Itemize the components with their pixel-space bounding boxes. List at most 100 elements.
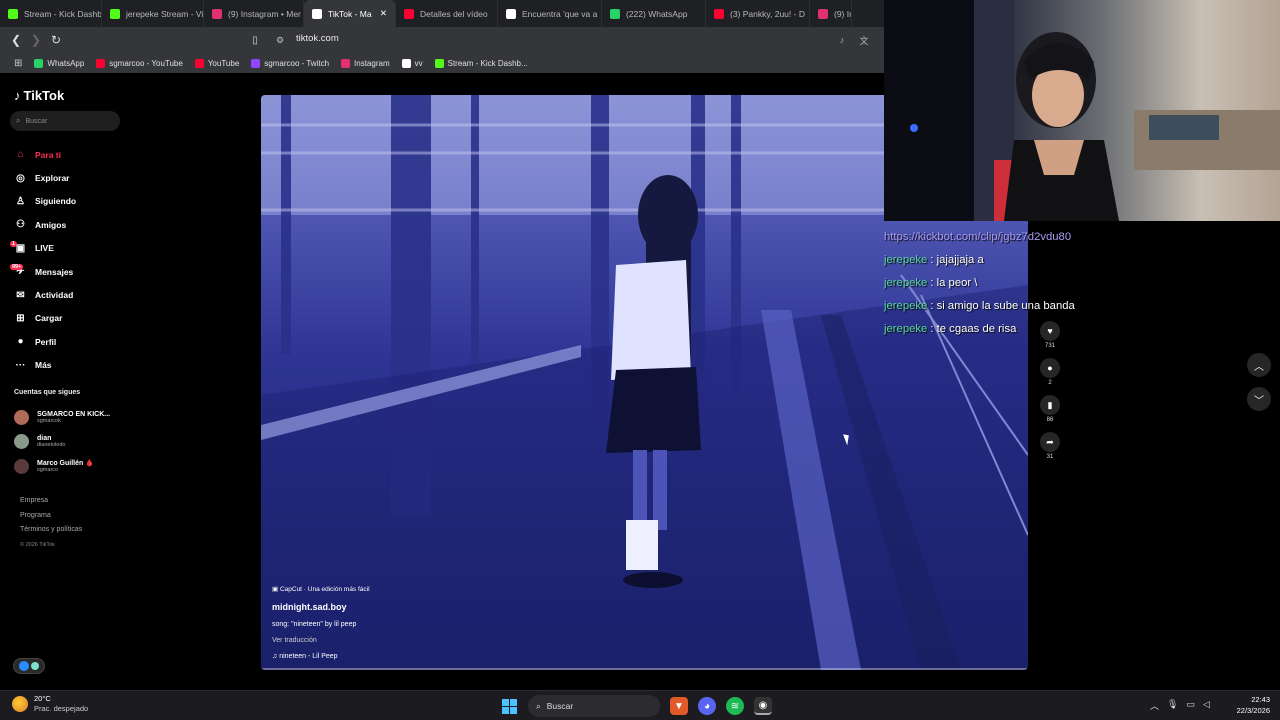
weather-widget[interactable]: 20°C Prac. despejado xyxy=(12,694,88,714)
volume-icon[interactable]: ◁ xyxy=(1203,699,1210,712)
bookmark-item[interactable]: sgmarcoo - Twitch xyxy=(251,58,329,68)
search-input[interactable]: ⌕ Buscar xyxy=(10,111,120,131)
following-text: dian dianetoledo xyxy=(37,435,65,448)
sidebar-item[interactable]: ⊞ Cargar xyxy=(14,307,76,330)
nav-icon: ⊞ xyxy=(16,312,25,324)
footer-link-programa[interactable]: Programa xyxy=(20,509,82,524)
sidebar-item[interactable]: ◎ Explorar xyxy=(14,166,76,189)
bookmark-item[interactable]: vv xyxy=(401,58,423,68)
share-icon[interactable]: ➦ xyxy=(1040,432,1060,452)
bookmark-icon[interactable]: ▯ xyxy=(245,30,265,50)
browser-tab[interactable]: TikTok - Ma ✕ xyxy=(304,0,396,27)
bookmark-item[interactable]: WhatsApp xyxy=(34,58,84,68)
sidebar-item[interactable]: ● Perfil xyxy=(14,330,76,353)
chat-username: jerepeke xyxy=(884,299,928,312)
discord-icon[interactable]: ◕ xyxy=(698,697,716,715)
footer-link-empresa[interactable]: Empresa xyxy=(20,494,82,509)
tab-label: Encuentra 'que va a xyxy=(522,8,598,19)
webcam-overlay xyxy=(884,0,1280,221)
chat-line-link: https://kickbot.com/clip/jgbz7d2vdu80 xyxy=(884,225,1134,248)
microphone-icon[interactable]: 🎙 xyxy=(1167,699,1178,712)
following-name: Marco Guillén 🩸 xyxy=(37,460,94,468)
tab-label: (9) Instagram • Mer xyxy=(228,8,301,19)
following-item[interactable]: SGMARCO EN KICK... sgmarcok xyxy=(14,405,110,430)
browser-tab[interactable]: (9) Insta xyxy=(810,0,852,27)
browser-tab[interactable]: Stream - Kick Dashb xyxy=(0,0,102,27)
sidebar-item[interactable]: ··· Más xyxy=(14,354,76,377)
following-text: SGMARCO EN KICK... sgmarcok xyxy=(37,411,110,424)
video-progress-bar[interactable] xyxy=(261,668,1028,670)
clock[interactable]: 22:43 22/3/2026 xyxy=(1226,694,1270,716)
translate-icon[interactable]: 文 xyxy=(854,30,874,50)
tiktok-note-icon: ♪ xyxy=(14,88,21,103)
sidebar-item[interactable]: ⚇ Amigos xyxy=(14,213,76,236)
bookmark-item[interactable]: sgmarcoo - YouTube xyxy=(96,58,183,68)
scroll-down-button[interactable]: ﹀ xyxy=(1247,387,1271,411)
taskbar-search[interactable]: ⌕ Buscar xyxy=(528,695,660,717)
footer-link-terms[interactable]: Términos y políticas xyxy=(20,523,82,538)
network-icon[interactable]: ▭ xyxy=(1186,699,1195,712)
video-author[interactable]: midnight.sad.boy xyxy=(272,602,347,612)
music-link[interactable]: ♫ nineteen - Lil Peep xyxy=(272,653,338,660)
url-field[interactable]: tiktok.com xyxy=(296,33,339,44)
scroll-up-button[interactable]: ︿ xyxy=(1247,353,1271,377)
notification-badge: 1 xyxy=(10,240,18,247)
sidebar-item[interactable]: ⌂ Para ti xyxy=(14,143,76,166)
bookmark-item[interactable]: Stream - Kick Dashb... xyxy=(434,58,528,68)
media-icon[interactable]: ♪ xyxy=(832,30,852,50)
bookmark-icon xyxy=(194,58,204,68)
taskbar-search-label: Buscar xyxy=(546,701,574,711)
tab-close-icon[interactable]: ✕ xyxy=(380,8,387,19)
tab-favicon-icon xyxy=(312,8,322,19)
tray-chevron-icon[interactable]: ︿ xyxy=(1150,699,1159,712)
browser-tab[interactable]: Encuentra 'que va a xyxy=(498,0,602,27)
browser-tab[interactable]: (222) WhatsApp xyxy=(602,0,706,27)
tab-favicon-icon xyxy=(8,8,18,19)
tab-label: (9) Insta xyxy=(834,8,851,19)
comment-action: ● 2 xyxy=(1040,358,1060,386)
browser-tab[interactable]: (3) Pankky, 2uu! - D xyxy=(706,0,810,27)
video-description: song: "nineteen" by lil peep xyxy=(272,621,357,628)
sidebar-item-label: Mensajes xyxy=(35,266,74,277)
copyright: © 2026 TikTok xyxy=(20,541,55,548)
clip-link[interactable]: https://kickbot.com/clip/jgbz7d2vdu80 xyxy=(884,231,1071,243)
weather-temp: 20°C xyxy=(34,694,51,703)
following-item[interactable]: dian dianetoledo xyxy=(14,430,110,455)
following-handle: sgmarcok xyxy=(37,417,61,424)
tiktok-logo-text: TikTok xyxy=(23,88,65,103)
spotify-icon[interactable]: ≋ xyxy=(726,697,744,715)
chat-message: jerepeke: si amigo la sube una banda xyxy=(884,294,1134,317)
music-label: nineteen - Lil Peep xyxy=(279,653,338,660)
following-name: SGMARCO EN KICK... xyxy=(37,410,111,418)
brave-icon[interactable]: ▼ xyxy=(670,697,688,715)
bookmark-item[interactable]: Instagram xyxy=(341,58,390,68)
tiktok-logo[interactable]: ♪ TikTok xyxy=(14,88,64,103)
browser-tab[interactable]: Detalles del vídeo xyxy=(396,0,498,27)
browser-tab[interactable]: (9) Instagram • Mer xyxy=(204,0,304,27)
reload-icon[interactable]: ↻ xyxy=(46,30,66,50)
bookmark-icon xyxy=(401,58,411,68)
obs-icon[interactable]: ◉ xyxy=(754,697,772,715)
sidebar-item[interactable]: ✈ 1 Mensajes xyxy=(10,240,76,283)
comment-icon[interactable]: ● xyxy=(1040,358,1060,378)
sidebar-item[interactable]: ♙ Siguiendo xyxy=(14,190,76,213)
sidebar-item[interactable]: ▣ LIVE xyxy=(14,237,76,260)
nav-icon: ⌂ xyxy=(17,149,24,161)
sidebar-item[interactable]: ✉ 99+ Actividad xyxy=(10,264,76,306)
extension-icon-2 xyxy=(31,662,39,670)
forward-icon[interactable]: ❯ xyxy=(26,30,46,50)
translate-link[interactable]: Ver traducción xyxy=(272,637,317,644)
save-icon[interactable]: ▮ xyxy=(1040,395,1060,415)
extension-pill[interactable] xyxy=(13,658,45,674)
start-button[interactable] xyxy=(500,697,518,715)
bookmark-item[interactable]: YouTube xyxy=(194,58,239,68)
browser-tab[interactable]: jerepeke Stream - Vi xyxy=(102,0,204,27)
capcut-tag[interactable]: ▣ CapCut · Una edición más fácil xyxy=(272,585,370,593)
following-item[interactable]: Marco Guillén 🩸 sgmarco xyxy=(14,454,110,479)
back-icon[interactable]: ❮ xyxy=(6,30,26,50)
tab-favicon-icon xyxy=(212,8,222,19)
sidebar-item-label: Más xyxy=(35,360,52,371)
apps-icon[interactable]: ⊞ xyxy=(14,58,22,69)
site-info-icon[interactable]: ⚙ xyxy=(270,30,290,50)
chevron-down-icon: ﹀ xyxy=(1254,395,1264,407)
